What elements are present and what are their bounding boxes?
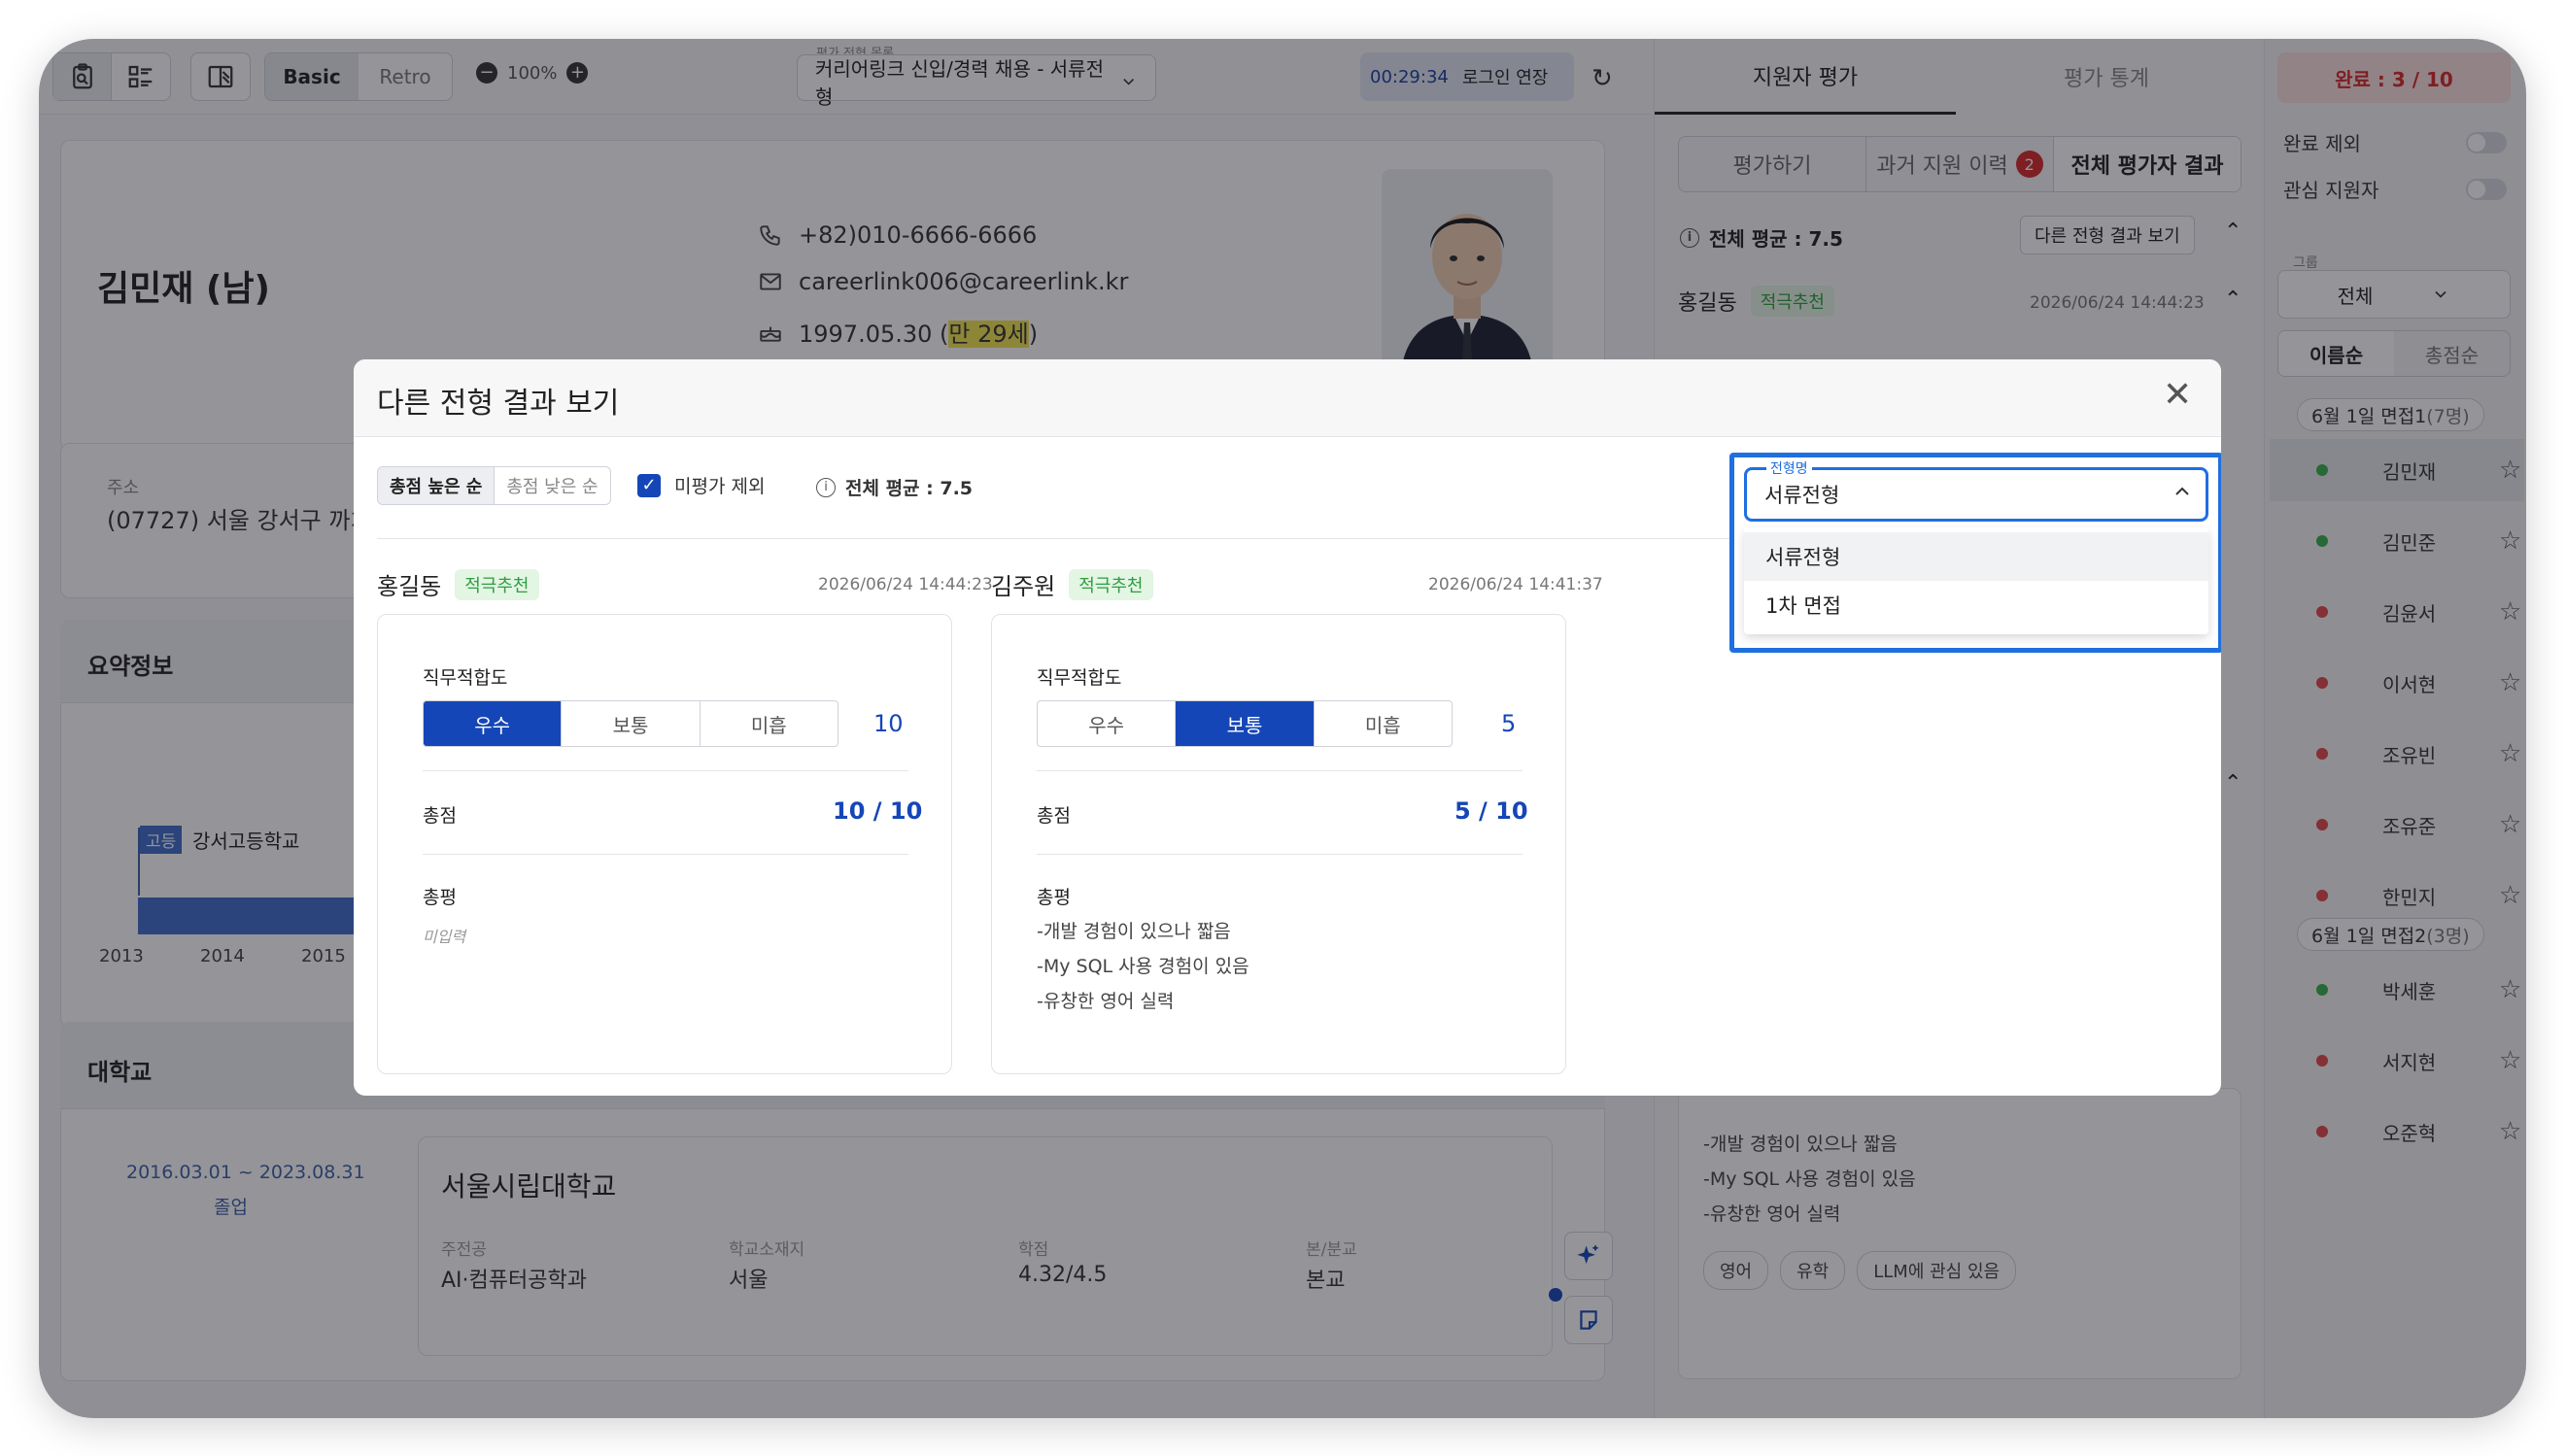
modal-header — [354, 359, 2221, 437]
rating-average: 보통 — [562, 701, 701, 746]
recommend-tag: 적극추천 — [455, 568, 539, 600]
other-results-modal: 다른 전형 결과 보기 ✕ 총점 높은 순 총점 낮은 순 ✓ 미평가 제외 i… — [354, 359, 2221, 1096]
stage-option[interactable]: 서류전형 — [1744, 532, 2208, 581]
evaluation-card: 직무적합도 우수 보통 미흡 10 총점 10 / 10 총평 미입력 — [377, 614, 952, 1074]
comment-list: -개발 경험이 있으나 짧음 -My SQL 사용 경험이 있음 -유창한 영어… — [1037, 914, 1249, 1019]
stage-options-list: 서류전형 1차 면접 — [1744, 527, 2208, 634]
criterion-label: 직무적합도 — [423, 667, 508, 689]
rating-poor: 미흡 — [750, 713, 787, 737]
comment-line: -개발 경험이 있으나 짧음 — [1037, 921, 1231, 942]
sort-high-button[interactable]: 총점 높은 순 — [378, 467, 496, 504]
evaluator-name: 홍길동 — [377, 573, 442, 600]
evaluator-header: 김주원 적극추천 — [991, 567, 1153, 601]
criterion-score: 5 — [1501, 710, 1517, 737]
comment-line: -My SQL 사용 경험이 있음 — [1037, 956, 1249, 977]
evaluation-date: 2026/06/24 14:44:23 — [818, 575, 993, 594]
evaluator-header: 홍길동 적극추천 — [377, 567, 539, 601]
exclude-unrated-label: 미평가 제외 — [674, 476, 766, 497]
comment-label: 총평 — [1037, 887, 1071, 908]
stage-select-value: 서류전형 — [1764, 484, 1840, 507]
card-divider — [423, 854, 908, 855]
total-label: 총점 — [423, 805, 457, 827]
rating-average: 보통 — [1176, 701, 1315, 746]
rating-excellent: 우수 — [424, 701, 563, 746]
evaluator-name: 김주원 — [991, 573, 1056, 600]
stage-option[interactable]: 1차 면접 — [1744, 581, 2208, 629]
card-divider — [423, 770, 908, 771]
chevron-up-icon — [2175, 487, 2189, 495]
total-score: 5 / 10 — [1454, 797, 1528, 825]
comment-line: -유창한 영어 실력 — [1037, 991, 1175, 1012]
info-icon: i — [816, 477, 836, 497]
card-divider — [1037, 854, 1522, 855]
modal-avg-row: i 전체 평균 : 7.5 — [816, 474, 973, 500]
comment-label: 총평 — [423, 887, 457, 908]
recommend-tag: 적극추천 — [1069, 568, 1153, 600]
evaluation-card: 직무적합도 우수 보통 미흡 5 총점 5 / 10 총평 -개발 경험이 있으… — [991, 614, 1566, 1074]
exclude-unrated-row: ✓ 미평가 제외 — [637, 472, 765, 498]
total-label: 총점 — [1037, 805, 1071, 827]
card-divider — [1037, 770, 1522, 771]
rating-poor: 미흡 — [1364, 713, 1401, 737]
criterion-score: 10 — [873, 710, 904, 737]
criterion-label: 직무적합도 — [1037, 667, 1122, 689]
modal-avg: 전체 평균 : 7.5 — [845, 478, 974, 499]
stage-select[interactable]: 전형명 서류전형 — [1744, 458, 2208, 522]
modal-title: 다른 전형 결과 보기 — [377, 387, 620, 421]
empty-comment: 미입력 — [423, 928, 466, 946]
rating-group: 우수 보통 미흡 — [423, 700, 838, 747]
stage-dropdown-highlight: 전형명 서류전형 서류전형 1차 면접 — [1729, 453, 2221, 653]
total-score: 10 / 10 — [833, 797, 923, 825]
evaluation-date: 2026/06/24 14:41:37 — [1428, 575, 1603, 594]
app-window: Basic Retro − 100% + 평가 전형 목록 커리어링크 신입/경… — [39, 39, 2526, 1418]
modal-sort-toggle: 총점 높은 순 총점 낮은 순 — [377, 466, 611, 505]
rating-excellent: 우수 — [1038, 701, 1177, 746]
stage-select-label: 전형명 — [1766, 458, 1812, 478]
rating-group: 우수 보통 미흡 — [1037, 700, 1453, 747]
close-icon[interactable]: ✕ — [2163, 375, 2192, 415]
exclude-unrated-checkbox[interactable]: ✓ — [637, 473, 661, 497]
sort-low-button[interactable]: 총점 낮은 순 — [495, 467, 609, 504]
